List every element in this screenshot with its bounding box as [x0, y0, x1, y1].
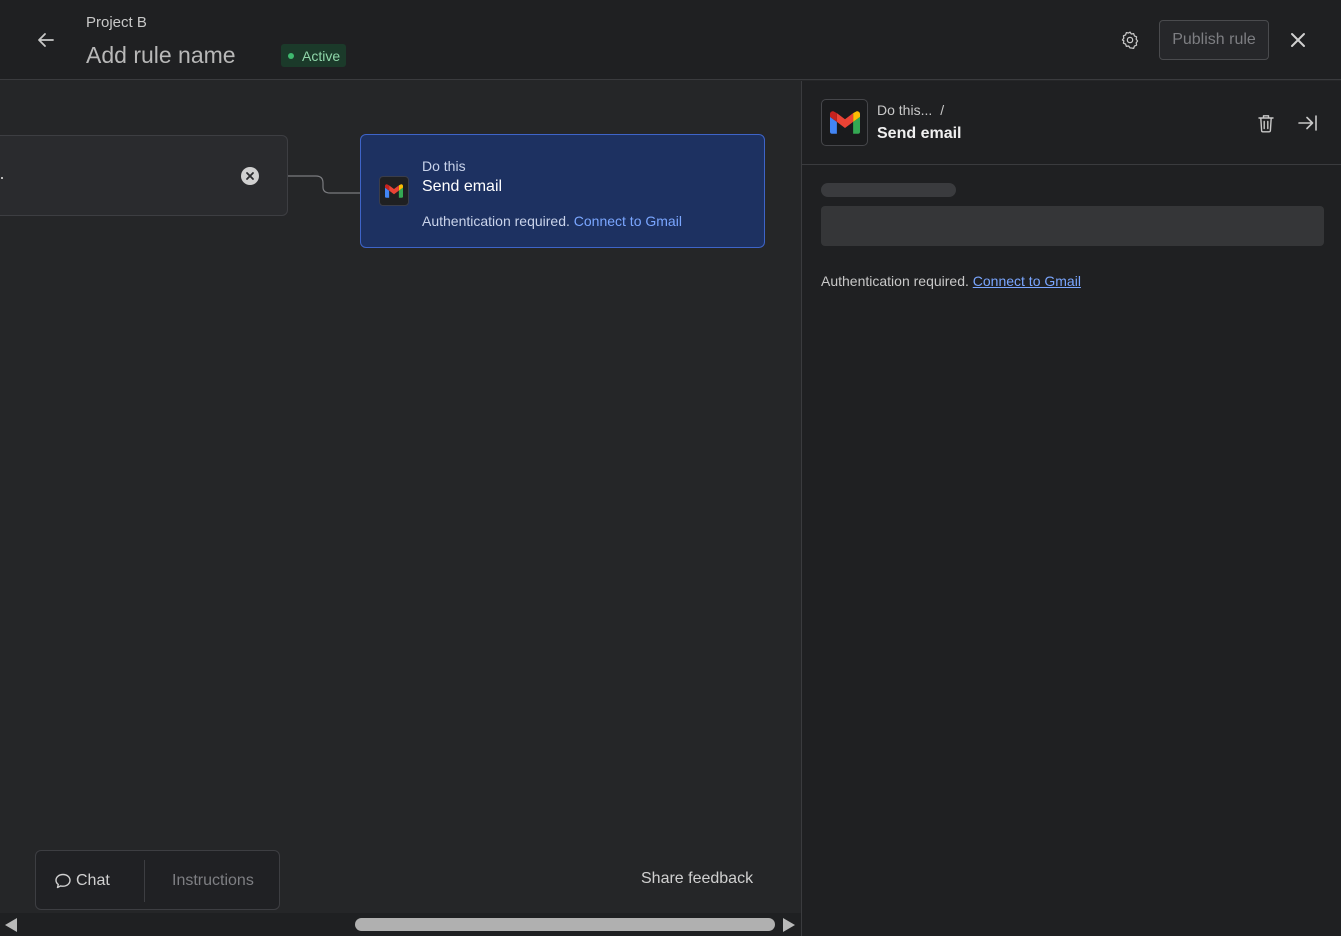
share-feedback-link[interactable]: Share feedback [641, 870, 753, 888]
connect-gmail-link[interactable]: Connect to Gmail [973, 273, 1081, 289]
rule-canvas[interactable]: Do this Send email Authentication requir… [0, 81, 801, 936]
auth-required-text: Authentication required. [821, 273, 969, 289]
assistant-tabs: Chat Instructions [35, 850, 280, 910]
tab-divider [144, 860, 145, 902]
status-badge: Active [281, 44, 347, 67]
trash-icon [1258, 115, 1274, 133]
delete-action-button[interactable] [1254, 111, 1278, 135]
breadcrumb-separator: / [940, 102, 945, 118]
panel-breadcrumb: Do this... / [877, 102, 944, 118]
project-name: Project B [86, 14, 147, 31]
collapse-right-icon [1298, 115, 1317, 131]
gmail-icon [385, 184, 403, 198]
chat-bubble-icon [55, 873, 71, 889]
breadcrumb-parent[interactable]: Do this... [877, 102, 932, 118]
tab-chat[interactable]: Chat [54, 867, 110, 895]
action-icon [379, 176, 409, 206]
panel-action-icon [821, 99, 868, 146]
settings-button[interactable] [1114, 24, 1146, 56]
action-config-panel: Do this... / Send email Authentication re… [801, 81, 1341, 936]
panel-header: Do this... / Send email [802, 81, 1341, 165]
gear-icon [1121, 31, 1139, 49]
scroll-right-arrow[interactable] [783, 918, 795, 932]
action-card-auth-message: Authentication required. Connect to Gmai… [422, 213, 682, 229]
loading-skeleton-field [821, 206, 1324, 246]
arrow-left-icon [38, 33, 54, 47]
clear-trigger-button[interactable] [241, 167, 259, 185]
status-dot [288, 52, 294, 59]
auth-required-text: Authentication required. [422, 213, 570, 229]
tab-chat-label: Chat [76, 872, 110, 889]
close-icon [1291, 33, 1305, 47]
action-card-title: Send email [422, 178, 503, 195]
action-card-send-email[interactable]: Do this Send email Authentication requir… [360, 134, 765, 248]
gmail-icon [829, 111, 860, 134]
rule-name-title[interactable]: Add rule name [86, 42, 236, 69]
back-button[interactable] [30, 24, 62, 56]
status-label: Active [302, 47, 341, 64]
connector-line [288, 175, 360, 194]
panel-auth-message: Authentication required. Connect to Gmai… [821, 273, 1081, 289]
scroll-left-arrow[interactable] [5, 918, 17, 932]
panel-title: Send email [877, 125, 962, 142]
action-card-label: Do this [422, 158, 466, 174]
close-button[interactable] [1282, 24, 1314, 56]
publish-rule-button[interactable]: Publish rule [1159, 20, 1269, 60]
clear-icon [246, 172, 254, 180]
tab-instructions[interactable]: Instructions [172, 867, 254, 895]
scroll-thumb[interactable] [355, 918, 775, 931]
connect-gmail-link[interactable]: Connect to Gmail [574, 213, 682, 229]
loading-skeleton-label [821, 183, 956, 197]
horizontal-scrollbar[interactable] [0, 913, 801, 936]
trigger-card-text-fragment [1, 177, 3, 179]
header: Project B Add rule name Active Publish r… [0, 0, 1341, 80]
collapse-panel-button[interactable] [1296, 111, 1320, 135]
trigger-card[interactable] [0, 135, 288, 216]
